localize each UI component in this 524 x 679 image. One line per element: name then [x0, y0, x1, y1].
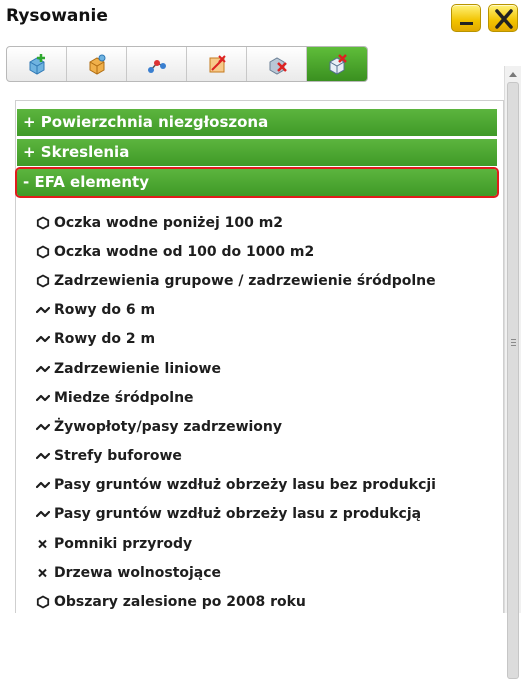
- polygon-icon: [36, 216, 50, 230]
- point-icon: [38, 539, 47, 548]
- list-item-label: Rowy do 2 m: [54, 331, 156, 348]
- tool-edit-vertices[interactable]: [127, 47, 187, 81]
- list-item-label: Strefy buforowe: [54, 448, 182, 465]
- tool-edit-shape[interactable]: [67, 47, 127, 81]
- list-item[interactable]: Drzewa wolnostojące: [36, 558, 436, 587]
- tool-split-shape[interactable]: [187, 47, 247, 81]
- list-item-label: Drzewa wolnostojące: [54, 564, 222, 581]
- list-item-label: Zadrzewienia grupowe / zadrzewienie śród…: [54, 272, 436, 289]
- minimize-icon: [460, 22, 473, 25]
- edit-vertices-icon: [147, 60, 166, 73]
- list-item-label: Zadrzewienie liniowe: [54, 360, 221, 377]
- list-item-label: Pasy gruntów wzdłuż obrzeży lasu bez pro…: [54, 477, 436, 494]
- list-item-label: Żywopłoty/pasy zadrzewiony: [54, 418, 283, 435]
- section-skreslenia[interactable]: + Skreslenia: [17, 139, 497, 166]
- list-item[interactable]: Oczka wodne poniżej 100 m2: [36, 208, 436, 237]
- list-item[interactable]: Żywopłoty/pasy zadrzewiony: [36, 412, 436, 441]
- list-item[interactable]: Zadrzewienie liniowe: [36, 354, 436, 383]
- drawing-toolbar: [6, 46, 368, 82]
- scroll-thumb[interactable]: [507, 82, 519, 679]
- scrollbar[interactable]: [504, 66, 521, 679]
- list-item-label: Oczka wodne od 100 do 1000 m2: [54, 243, 315, 260]
- polygon-icon: [36, 595, 50, 609]
- scroll-up-icon[interactable]: [508, 70, 518, 78]
- line-icon: [36, 307, 50, 314]
- list-item-label: Oczka wodne poniżej 100 m2: [54, 214, 284, 231]
- line-icon: [36, 452, 50, 460]
- list-item[interactable]: Strefy buforowe: [36, 442, 436, 471]
- list-item[interactable]: Rowy do 6 m: [36, 296, 436, 325]
- add-shape-icon: [29, 54, 45, 75]
- list-item-label: Obszary zalesione po 2008 roku: [54, 594, 306, 611]
- list-item[interactable]: Zadrzewienia grupowe / zadrzewienie śród…: [36, 266, 436, 295]
- section-powierzchnia-niezgloszona[interactable]: + Powierzchnia niezgłoszona: [17, 109, 497, 136]
- split-shape-icon: [209, 55, 226, 73]
- point-icon: [38, 568, 47, 578]
- scroll-grip-icon: [511, 339, 516, 348]
- line-icon: [36, 365, 50, 372]
- edit-shape-icon: [89, 54, 105, 75]
- window-title: Rysowanie: [6, 6, 108, 26]
- list-item[interactable]: Rowy do 2 m: [36, 325, 436, 354]
- list-item-label: Miedze śródpolne: [54, 389, 194, 406]
- list-item[interactable]: Obszary zalesione po 2008 roku: [36, 587, 436, 616]
- minimize-button[interactable]: [451, 4, 481, 32]
- list-item-label: Pasy gruntów wzdłuż obrzeży lasu z produ…: [54, 506, 422, 523]
- tool-remove-shape[interactable]: [307, 47, 367, 81]
- line-icon: [36, 336, 50, 343]
- list-item[interactable]: Pasy gruntów wzdłuż obrzeży lasu bez pro…: [36, 471, 436, 500]
- remove-shape-icon: [329, 54, 347, 75]
- list-item[interactable]: Oczka wodne od 100 do 1000 m2: [36, 237, 436, 266]
- tool-add-shape[interactable]: [7, 47, 67, 81]
- tool-delete-shape[interactable]: [247, 47, 307, 81]
- polygon-icon: [36, 245, 50, 259]
- polygon-icon: [36, 274, 50, 288]
- line-icon: [36, 482, 50, 489]
- list-item[interactable]: Pomniki przyrody: [36, 529, 436, 558]
- line-icon: [36, 511, 50, 518]
- list-item[interactable]: Pasy gruntów wzdłuż obrzeży lasu z produ…: [36, 500, 436, 529]
- close-icon: [495, 9, 513, 29]
- delete-shape-icon: [269, 57, 287, 75]
- list-item-label: Rowy do 6 m: [54, 302, 156, 319]
- efa-elements-list: Oczka wodne poniżej 100 m2 Oczka wodne o…: [36, 208, 436, 617]
- line-icon: [36, 394, 50, 401]
- list-item[interactable]: Miedze śródpolne: [36, 383, 436, 412]
- line-icon: [36, 423, 50, 431]
- section-efa-elementy[interactable]: - EFA elementy: [15, 167, 499, 198]
- close-button[interactable]: [488, 4, 518, 32]
- list-item-label: Pomniki przyrody: [54, 535, 193, 552]
